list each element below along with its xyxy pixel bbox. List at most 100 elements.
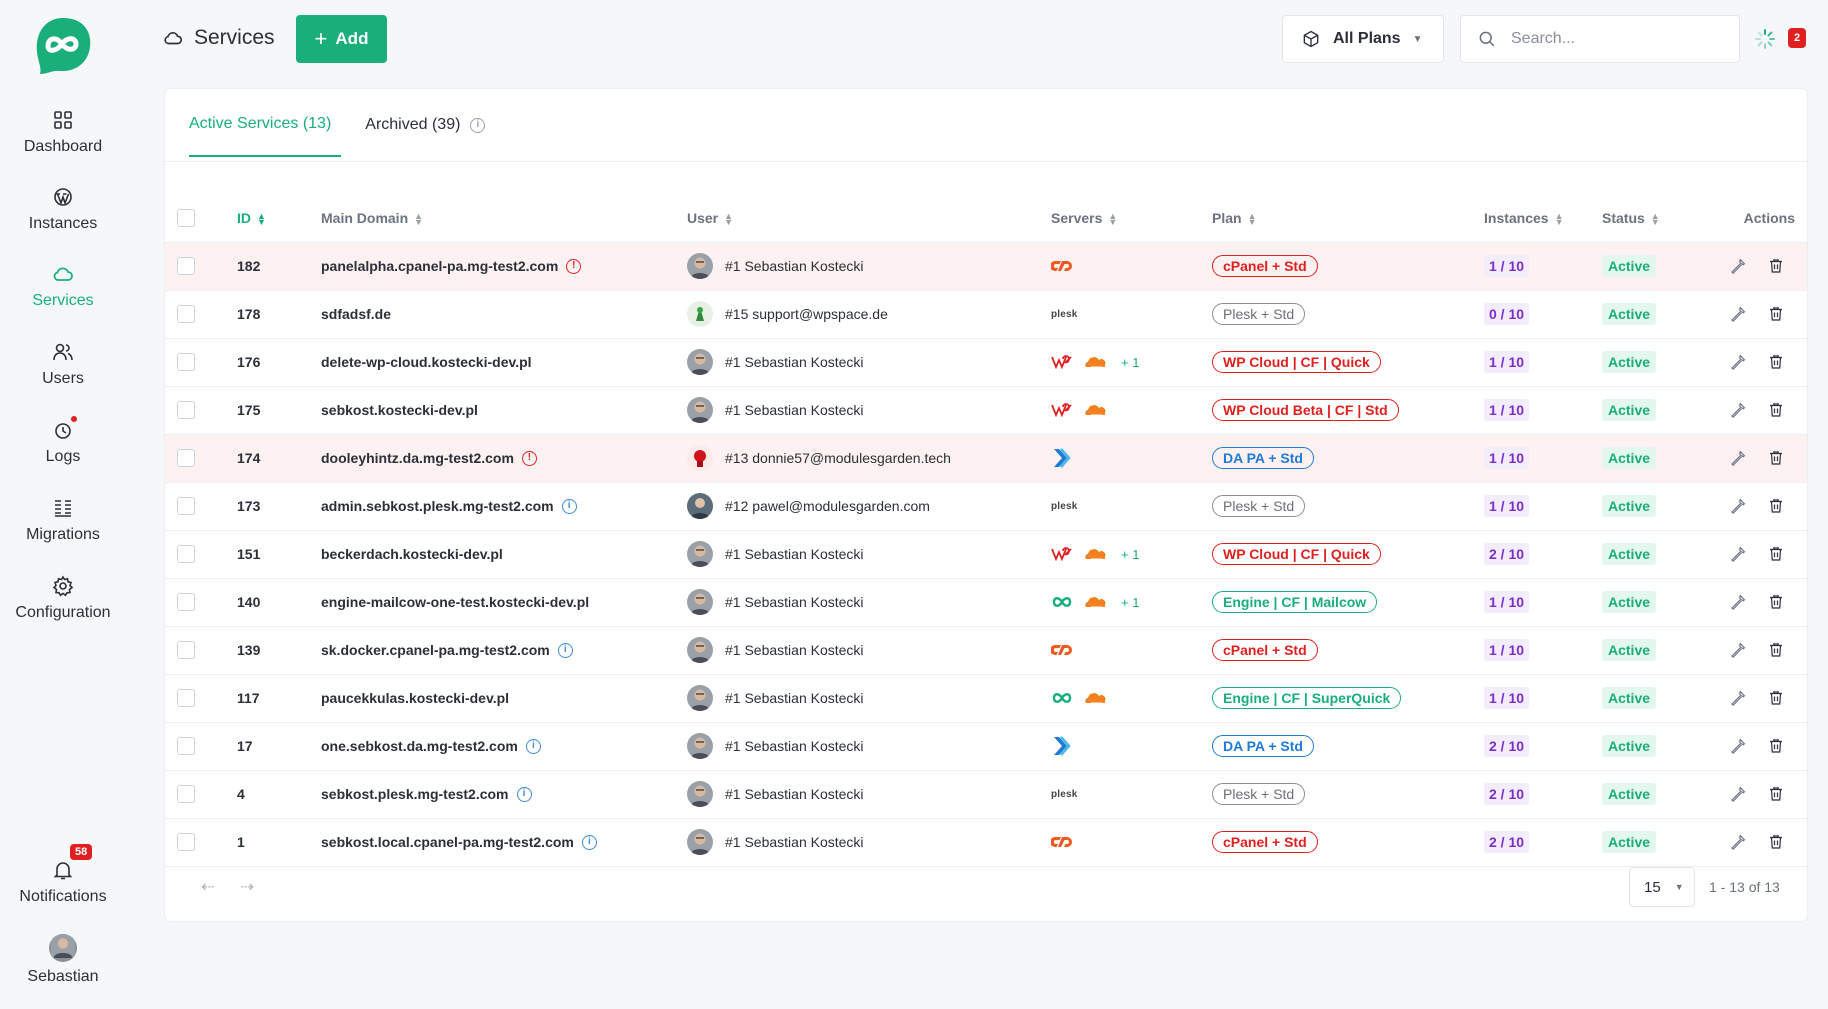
user-link[interactable]: #1 Sebastian Kostecki: [725, 690, 864, 706]
wrench-icon[interactable]: [1729, 257, 1747, 275]
search-input[interactable]: [1511, 30, 1721, 48]
main-domain-link[interactable]: admin.sebkost.plesk.mg-test2.com: [321, 498, 554, 514]
user-link[interactable]: #1 Sebastian Kostecki: [725, 354, 864, 370]
trash-icon[interactable]: [1767, 689, 1785, 707]
info-icon[interactable]: i: [557, 643, 573, 659]
user-link[interactable]: #1 Sebastian Kostecki: [725, 258, 864, 274]
main-domain-link[interactable]: beckerdach.kostecki-dev.pl: [321, 546, 503, 562]
plan-badge[interactable]: WP Cloud | CF | Quick: [1212, 351, 1381, 373]
row-checkbox[interactable]: [177, 641, 195, 660]
main-domain-link[interactable]: sk.docker.cpanel-pa.mg-test2.com: [321, 642, 550, 658]
table-row[interactable]: 151 beckerdach.kostecki-dev.pl #1 Sebastia…: [165, 530, 1807, 579]
servers-more[interactable]: + 1: [1121, 595, 1139, 610]
table-row[interactable]: 182 panelalpha.cpanel-pa.mg-test2.com! #1 …: [165, 242, 1807, 291]
tab-archived[interactable]: Archived (39) i: [365, 115, 486, 157]
main-domain-link[interactable]: panelalpha.cpanel-pa.mg-test2.com: [321, 258, 558, 274]
row-checkbox[interactable]: [177, 593, 195, 612]
row-checkbox[interactable]: [177, 305, 195, 324]
wrench-icon[interactable]: [1729, 737, 1747, 755]
sidebar-item-profile[interactable]: Sebastian: [0, 934, 126, 986]
info-icon[interactable]: i: [470, 117, 486, 133]
row-checkbox[interactable]: [177, 353, 195, 372]
sidebar-item-notifications[interactable]: 58 Notifications: [0, 844, 126, 906]
table-row[interactable]: 17 one.sebkost.da.mg-test2.com i #1 Sebasti…: [165, 722, 1807, 771]
row-checkbox[interactable]: [177, 449, 195, 468]
sidebar-item-users[interactable]: Users: [0, 340, 126, 388]
trash-icon[interactable]: [1767, 593, 1785, 611]
wrench-icon[interactable]: [1729, 593, 1747, 611]
user-link[interactable]: #1 Sebastian Kostecki: [725, 786, 864, 802]
plan-badge[interactable]: cPanel + Std: [1212, 639, 1318, 661]
plan-badge[interactable]: WP Cloud Beta | CF | Std: [1212, 399, 1399, 421]
trash-icon[interactable]: [1767, 257, 1785, 275]
add-service-button[interactable]: + Add: [296, 15, 387, 63]
row-checkbox[interactable]: [177, 545, 195, 564]
main-domain-link[interactable]: delete-wp-cloud.kostecki-dev.pl: [321, 354, 532, 370]
trash-icon[interactable]: [1767, 401, 1785, 419]
table-row[interactable]: 174 dooleyhintz.da.mg-test2.com! #13 donni…: [165, 434, 1807, 483]
trash-icon[interactable]: [1767, 641, 1785, 659]
table-row[interactable]: 176 delete-wp-cloud.kostecki-dev.pl #1 Seb…: [165, 338, 1807, 387]
plan-badge[interactable]: Engine | CF | Mailcow: [1212, 591, 1378, 613]
per-page-select[interactable]: 15 ▼: [1629, 867, 1695, 907]
user-link[interactable]: #1 Sebastian Kostecki: [725, 402, 864, 418]
info-icon[interactable]: i: [561, 499, 577, 515]
sidebar-item-configuration[interactable]: Configuration: [0, 574, 126, 622]
user-link[interactable]: #1 Sebastian Kostecki: [725, 738, 864, 754]
wrench-icon[interactable]: [1729, 689, 1747, 707]
trash-icon[interactable]: [1767, 305, 1785, 323]
main-domain-link[interactable]: sdfadsf.de: [321, 306, 391, 322]
row-checkbox[interactable]: [177, 737, 195, 756]
column-header-id[interactable]: ID ▲ ▼: [237, 194, 321, 243]
wrench-icon[interactable]: [1729, 497, 1747, 515]
plan-badge[interactable]: DA PA + Std: [1212, 735, 1314, 757]
user-link[interactable]: #15 support@wpspace.de: [725, 306, 888, 322]
wrench-icon[interactable]: [1729, 785, 1747, 803]
servers-more[interactable]: + 1: [1121, 547, 1139, 562]
plans-filter-dropdown[interactable]: All Plans ▼: [1282, 15, 1444, 63]
sidebar-item-services[interactable]: Services: [0, 262, 126, 310]
sidebar-item-instances[interactable]: Instances: [0, 185, 126, 233]
app-logo[interactable]: [32, 14, 94, 76]
error-icon[interactable]: !: [566, 259, 582, 275]
select-all-checkbox[interactable]: [177, 208, 195, 227]
main-domain-link[interactable]: paucekkulas.kostecki-dev.pl: [321, 690, 509, 706]
main-domain-link[interactable]: engine-mailcow-one-test.kostecki-dev.pl: [321, 594, 589, 610]
plan-badge[interactable]: Plesk + Std: [1212, 783, 1306, 805]
wrench-icon[interactable]: [1729, 641, 1747, 659]
trash-icon[interactable]: [1767, 545, 1785, 563]
wrench-icon[interactable]: [1729, 401, 1747, 419]
column-header-user[interactable]: User ▲ ▼: [687, 194, 1051, 243]
user-link[interactable]: #1 Sebastian Kostecki: [725, 594, 864, 610]
trash-icon[interactable]: [1767, 785, 1785, 803]
main-domain-link[interactable]: sebkost.local.cpanel-pa.mg-test2.com: [321, 834, 574, 850]
user-link[interactable]: #1 Sebastian Kostecki: [725, 834, 864, 850]
wrench-icon[interactable]: [1729, 833, 1747, 851]
next-page-icon[interactable]: ⇢: [240, 877, 253, 897]
main-domain-link[interactable]: one.sebkost.da.mg-test2.com: [321, 738, 518, 754]
table-row[interactable]: 4 sebkost.plesk.mg-test2.com i #1 Sebastian…: [165, 770, 1807, 819]
plan-badge[interactable]: WP Cloud | CF | Quick: [1212, 543, 1381, 565]
user-link[interactable]: #1 Sebastian Kostecki: [725, 546, 864, 562]
table-row[interactable]: 139 sk.docker.cpanel-pa.mg-test2.com i #1 S…: [165, 626, 1807, 675]
sidebar-item-logs[interactable]: Logs: [0, 414, 126, 466]
column-header-domain[interactable]: Main Domain ▲ ▼: [321, 194, 687, 243]
sidebar-item-dashboard[interactable]: Dashboard: [0, 108, 126, 156]
info-icon[interactable]: i: [516, 787, 532, 803]
column-header-servers[interactable]: Servers ▲ ▼: [1051, 194, 1212, 243]
plan-badge[interactable]: cPanel + Std: [1212, 831, 1318, 853]
info-icon[interactable]: i: [525, 739, 541, 755]
main-domain-link[interactable]: sebkost.kostecki-dev.pl: [321, 402, 478, 418]
row-checkbox[interactable]: [177, 257, 195, 276]
error-icon[interactable]: !: [521, 451, 537, 467]
row-checkbox[interactable]: [177, 689, 195, 708]
wrench-icon[interactable]: [1729, 353, 1747, 371]
wrench-icon[interactable]: [1729, 545, 1747, 563]
main-domain-link[interactable]: dooleyhintz.da.mg-test2.com: [321, 450, 514, 466]
search-box[interactable]: [1460, 15, 1740, 63]
column-header-plan[interactable]: Plan ▲ ▼: [1212, 194, 1484, 243]
table-row[interactable]: 175 sebkost.kostecki-dev.pl #1 Sebastian K…: [165, 386, 1807, 435]
trash-icon[interactable]: [1767, 737, 1785, 755]
tab-active-services[interactable]: Active Services (13): [189, 115, 342, 157]
plan-badge[interactable]: DA PA + Std: [1212, 447, 1314, 469]
